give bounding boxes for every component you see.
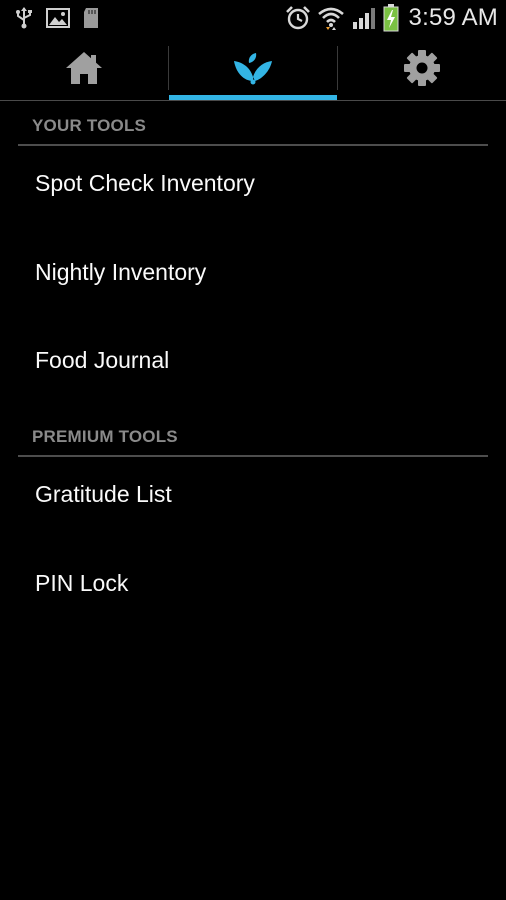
- home-icon: [64, 50, 104, 86]
- list-item-label: Gratitude List: [35, 481, 172, 507]
- leaf-logo-icon: [232, 51, 274, 85]
- clock: 3:59 AM: [408, 4, 498, 31]
- status-bar: 3:59 AM: [0, 0, 506, 36]
- usb-icon: [14, 7, 34, 29]
- section-header-premium-tools: PREMIUM TOOLS: [18, 419, 488, 457]
- section-header-your-tools: YOUR TOOLS: [18, 108, 488, 146]
- list-item-spot-check-inventory[interactable]: Spot Check Inventory: [18, 146, 488, 218]
- notification-icons: [14, 6, 100, 30]
- selected-tab-indicator: [169, 95, 337, 100]
- alarm-icon: [285, 5, 311, 31]
- list-item-food-journal[interactable]: Food Journal: [18, 323, 488, 395]
- image-icon: [46, 8, 70, 28]
- tab-settings[interactable]: [338, 36, 506, 100]
- list-item-pin-lock[interactable]: PIN Lock: [18, 546, 488, 618]
- wifi-icon: [317, 5, 345, 31]
- list-item-label: Nightly Inventory: [35, 259, 207, 285]
- list-item-gratitude-list[interactable]: Gratitude List: [18, 457, 488, 529]
- list-item-nightly-inventory[interactable]: Nightly Inventory: [18, 235, 488, 307]
- list-item-label: Food Journal: [35, 347, 170, 373]
- section-title: PREMIUM TOOLS: [32, 427, 178, 446]
- list-item-label: PIN Lock: [35, 570, 129, 596]
- system-icons: 3:59 AM: [285, 4, 498, 32]
- gear-icon: [403, 49, 441, 87]
- tab-home[interactable]: [0, 36, 168, 100]
- list-item-label: Spot Check Inventory: [35, 170, 255, 196]
- signal-icon: [351, 6, 377, 30]
- sd-card-icon: [82, 7, 100, 29]
- tab-tools[interactable]: [169, 36, 337, 100]
- tab-bar: [0, 36, 506, 101]
- section-title: YOUR TOOLS: [32, 116, 147, 135]
- battery-charging-icon: [383, 4, 399, 32]
